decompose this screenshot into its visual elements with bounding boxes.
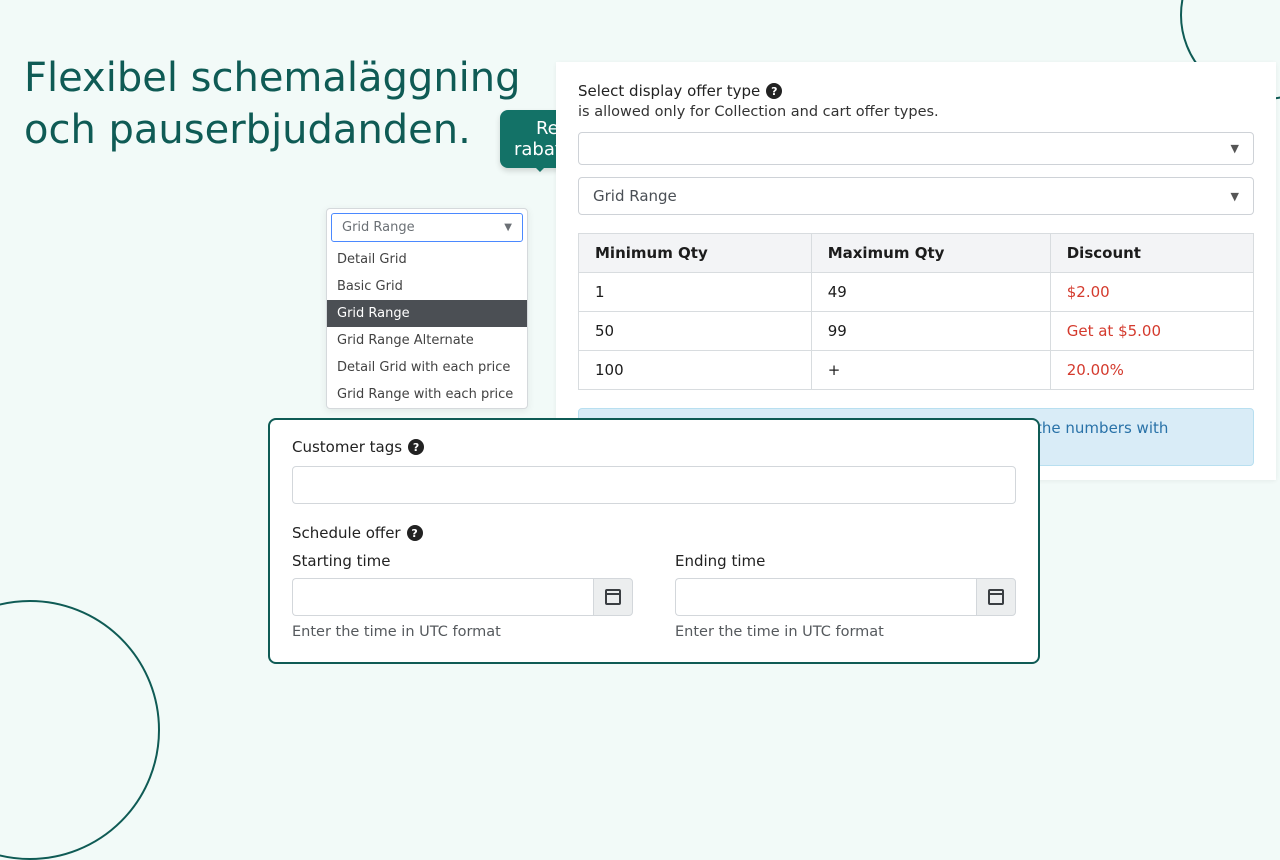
cell-max: 99 [811, 312, 1050, 351]
dropdown-option-range-each-price[interactable]: Grid Range with each price [327, 381, 527, 408]
ending-time-col: Ending time Enter the time in UTC format [675, 552, 1016, 640]
starting-time-input[interactable] [292, 578, 593, 616]
dropdown-option-grid-range[interactable]: Grid Range [327, 300, 527, 327]
dropdown-option-detail-grid[interactable]: Detail Grid [327, 246, 527, 273]
headline: Flexibel schemaläggning och pauserbjudan… [24, 52, 521, 156]
customer-tags-input[interactable] [292, 466, 1016, 504]
discount-table: Minimum Qty Maximum Qty Discount 1 49 $2… [578, 233, 1254, 390]
schedule-panel: Customer tags ? Schedule offer ? Startin… [268, 418, 1040, 664]
decorative-circle-bl [0, 600, 160, 860]
table-row: 100 + 20.00% [579, 351, 1254, 390]
cell-max: 49 [811, 273, 1050, 312]
cell-disc: Get at $5.00 [1050, 312, 1253, 351]
starting-time-col: Starting time Enter the time in UTC form… [292, 552, 633, 640]
cell-min: 100 [579, 351, 812, 390]
help-icon[interactable]: ? [407, 525, 423, 541]
calendar-icon [605, 589, 621, 605]
cell-max: + [811, 351, 1050, 390]
headline-line2: och pauserbjudanden. [24, 104, 521, 156]
chevron-down-icon: ▼ [1231, 142, 1239, 155]
help-icon[interactable]: ? [766, 83, 782, 99]
cell-min: 50 [579, 312, 812, 351]
display-type-dropdown[interactable]: Grid Range ▼ Detail Grid Basic Grid Grid… [326, 208, 528, 409]
cell-min: 1 [579, 273, 812, 312]
schedule-offer-label: Schedule offer ? [292, 524, 1016, 542]
col-disc: Discount [1050, 234, 1253, 273]
dropdown-selected[interactable]: Grid Range ▼ [331, 213, 523, 242]
starting-time-hint: Enter the time in UTC format [292, 624, 633, 640]
col-max: Maximum Qty [811, 234, 1050, 273]
tags-label-text: Customer tags [292, 438, 402, 456]
ending-time-label: Ending time [675, 552, 1016, 570]
offer-type-note: is allowed only for Collection and cart … [578, 104, 1254, 120]
table-row: 50 99 Get at $5.00 [579, 312, 1254, 351]
offer-type-select-2[interactable]: Grid Range ▼ [578, 177, 1254, 215]
chevron-down-icon: ▼ [504, 222, 512, 233]
table-row: 1 49 $2.00 [579, 273, 1254, 312]
cell-disc: $2.00 [1050, 273, 1253, 312]
dropdown-option-detail-each-price[interactable]: Detail Grid with each price [327, 354, 527, 381]
chevron-down-icon: ▼ [1231, 190, 1239, 203]
ending-time-hint: Enter the time in UTC format [675, 624, 1016, 640]
starting-time-label: Starting time [292, 552, 633, 570]
select2-value: Grid Range [593, 187, 677, 205]
starting-time-calendar-button[interactable] [593, 578, 633, 616]
help-icon[interactable]: ? [408, 439, 424, 455]
ending-time-calendar-button[interactable] [976, 578, 1016, 616]
display-offer-type-label: Select display offer type ? [578, 82, 1254, 100]
headline-line1: Flexibel schemaläggning [24, 52, 521, 104]
dropdown-option-grid-range-alt[interactable]: Grid Range Alternate [327, 327, 527, 354]
calendar-icon [988, 589, 1004, 605]
dropdown-option-basic-grid[interactable]: Basic Grid [327, 273, 527, 300]
dropdown-selected-label: Grid Range [342, 220, 415, 235]
customer-tags-label: Customer tags ? [292, 438, 1016, 456]
col-min: Minimum Qty [579, 234, 812, 273]
table-header-row: Minimum Qty Maximum Qty Discount [579, 234, 1254, 273]
cell-disc: 20.00% [1050, 351, 1253, 390]
sched-label-text: Schedule offer [292, 524, 401, 542]
ending-time-input[interactable] [675, 578, 976, 616]
label-text: Select display offer type [578, 82, 760, 100]
offer-type-select-1[interactable]: ▼ [578, 132, 1254, 165]
